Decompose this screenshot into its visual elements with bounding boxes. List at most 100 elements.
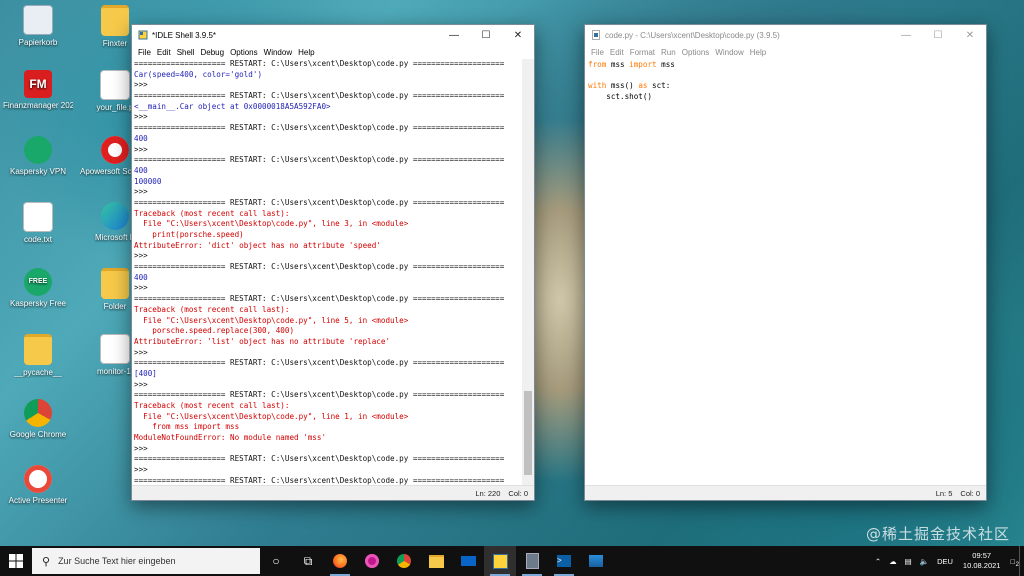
shell-line: porsche.speed.replace(300, 400) — [134, 326, 295, 336]
desktop-icon[interactable]: Kaspersky VPN — [3, 136, 73, 177]
menu-edit[interactable]: Edit — [154, 48, 174, 57]
clock[interactable]: 09:57 10.08.2021 — [957, 551, 1007, 571]
shell-menubar: File Edit Shell Debug Options Window Hel… — [132, 45, 534, 59]
menu-shell[interactable]: Shell — [174, 48, 198, 57]
menu-run[interactable]: Run — [658, 48, 679, 57]
taskbar-file-explorer[interactable] — [420, 546, 452, 576]
code-editor[interactable]: from mss import mss with mss() as sct: sc… — [585, 59, 986, 486]
task-view-button[interactable]: ⧉ — [292, 546, 324, 576]
cloud-icon[interactable]: ☁ — [885, 557, 901, 566]
taskbar-calculator[interactable] — [516, 546, 548, 576]
line-indicator: Ln: 220 — [475, 488, 501, 498]
menu-format[interactable]: Format — [627, 48, 658, 57]
shell-line: >>> — [134, 251, 148, 261]
chevron-up-icon[interactable]: ⌃ — [871, 557, 885, 566]
taskbar-powershell[interactable]: > — [548, 546, 580, 576]
menu-debug[interactable]: Debug — [197, 48, 227, 57]
idle-app-icon — [138, 30, 148, 40]
network-icon[interactable]: ▤ — [901, 557, 916, 566]
desktop-icon[interactable]: Papierkorb — [3, 5, 73, 48]
shell-line: ==================== RESTART: C:\Users\x… — [134, 123, 505, 133]
desktop-icon-label: Kaspersky Free — [9, 299, 67, 308]
maximize-button[interactable]: ☐ — [470, 25, 502, 45]
shell-line: ==================== RESTART: C:\Users\x… — [134, 91, 505, 101]
shell-titlebar[interactable]: *IDLE Shell 3.9.5* — ☐ ✕ — [132, 25, 534, 45]
shell-line: Traceback (most recent call last): — [134, 208, 290, 218]
notification-button[interactable]: □ 2 — [1006, 556, 1019, 568]
menu-help[interactable]: Help — [747, 48, 769, 57]
desktop-icon-label: Google Chrome — [9, 430, 67, 439]
cortana-button[interactable]: ○ — [260, 546, 292, 576]
start-button[interactable] — [0, 546, 32, 576]
search-placeholder: Zur Suche Text hier eingeben — [58, 556, 176, 566]
calculator-icon — [525, 553, 539, 569]
minimize-button[interactable]: — — [890, 25, 922, 45]
desktop-icon-label: code.txt — [23, 235, 52, 244]
minimize-button[interactable]: — — [438, 25, 470, 45]
taskbar-idle[interactable] — [484, 546, 516, 576]
shell-line: >>> — [134, 187, 148, 197]
code-keyword: import — [629, 60, 657, 69]
desktop-icon[interactable]: __pycache__ — [3, 334, 73, 378]
taskbar-firefox[interactable] — [324, 546, 356, 576]
folder-icon — [24, 334, 52, 365]
folder-icon — [101, 5, 129, 36]
menu-file[interactable]: File — [135, 48, 154, 57]
desktop-icon[interactable]: code.txt — [3, 202, 73, 245]
chrome-icon — [397, 554, 411, 568]
taskbar-search[interactable]: ⚲ Zur Suche Text hier eingeben — [32, 548, 260, 574]
taskbar-mail[interactable] — [452, 546, 484, 576]
shell-line: >>> — [134, 112, 148, 122]
menu-window[interactable]: Window — [261, 48, 295, 57]
column-indicator: Col: 0 — [960, 488, 980, 498]
task-view-icon: ⧉ — [303, 553, 313, 568]
desktop-icon-label: __pycache__ — [14, 368, 62, 377]
menu-file[interactable]: File — [588, 48, 607, 57]
active-presenter-icon — [24, 465, 52, 493]
desktop-icon[interactable]: FREE Kaspersky Free — [3, 268, 73, 309]
code-line: from mss import mss — [588, 60, 986, 71]
desktop-icon[interactable]: FM Finanzmanager 2020 — [3, 70, 73, 111]
taskbar-photos[interactable] — [580, 546, 612, 576]
shell-line: AttributeError: 'list' object has no att… — [134, 336, 391, 346]
shell-output[interactable]: ==================== RESTART: C:\Users\x… — [132, 59, 522, 486]
shell-line: from mss import mss — [134, 422, 240, 432]
editor-titlebar[interactable]: code.py - C:\Users\xcent\Desktop\code.py… — [585, 25, 986, 45]
code-token: mss() — [606, 81, 639, 91]
maximize-button[interactable]: ☐ — [922, 25, 954, 45]
volume-icon[interactable]: 🔈 — [916, 557, 933, 566]
shell-scrollbar[interactable] — [522, 59, 534, 486]
code-token: sct: — [647, 81, 671, 91]
menu-help[interactable]: Help — [295, 48, 317, 57]
shell-line: ==================== RESTART: C:\Users\x… — [134, 294, 505, 304]
shell-line: ==================== RESTART: C:\Users\x… — [134, 390, 505, 400]
photos-icon — [589, 555, 603, 567]
scrollbar-thumb[interactable] — [524, 391, 532, 475]
taskbar-screen-recorder[interactable] — [356, 546, 388, 576]
desktop-icon[interactable]: Active Presenter — [3, 465, 73, 506]
menu-options[interactable]: Options — [227, 48, 261, 57]
code-token: mss — [656, 60, 675, 69]
shell-line: >>> — [134, 283, 148, 293]
code-line: sct.shot() — [588, 92, 986, 103]
idle-shell-window[interactable]: *IDLE Shell 3.9.5* — ☐ ✕ File Edit Shell… — [131, 24, 535, 501]
close-button[interactable]: ✕ — [954, 25, 986, 45]
menu-window[interactable]: Window — [712, 48, 746, 57]
code-editor-window[interactable]: code.py - C:\Users\xcent\Desktop\code.py… — [584, 24, 987, 501]
shell-line: File "C:\Users\xcent\Desktop\code.py", l… — [134, 315, 409, 325]
shell-line: >>> — [134, 443, 148, 453]
close-button[interactable]: ✕ — [502, 25, 534, 45]
menu-edit[interactable]: Edit — [607, 48, 627, 57]
taskbar-chrome[interactable] — [388, 546, 420, 576]
folder-icon — [101, 268, 129, 299]
recorder-icon — [365, 554, 379, 568]
shell-line: [400] — [134, 368, 157, 378]
desktop-icon[interactable]: Google Chrome — [3, 399, 73, 440]
shell-line: 400 — [134, 272, 148, 282]
language-indicator[interactable]: DEU — [933, 557, 957, 566]
shell-line: >>> — [134, 347, 148, 357]
show-desktop-button[interactable] — [1019, 546, 1024, 576]
idle-icon — [492, 553, 508, 569]
notification-icon: □ — [1010, 556, 1015, 566]
menu-options[interactable]: Options — [679, 48, 713, 57]
